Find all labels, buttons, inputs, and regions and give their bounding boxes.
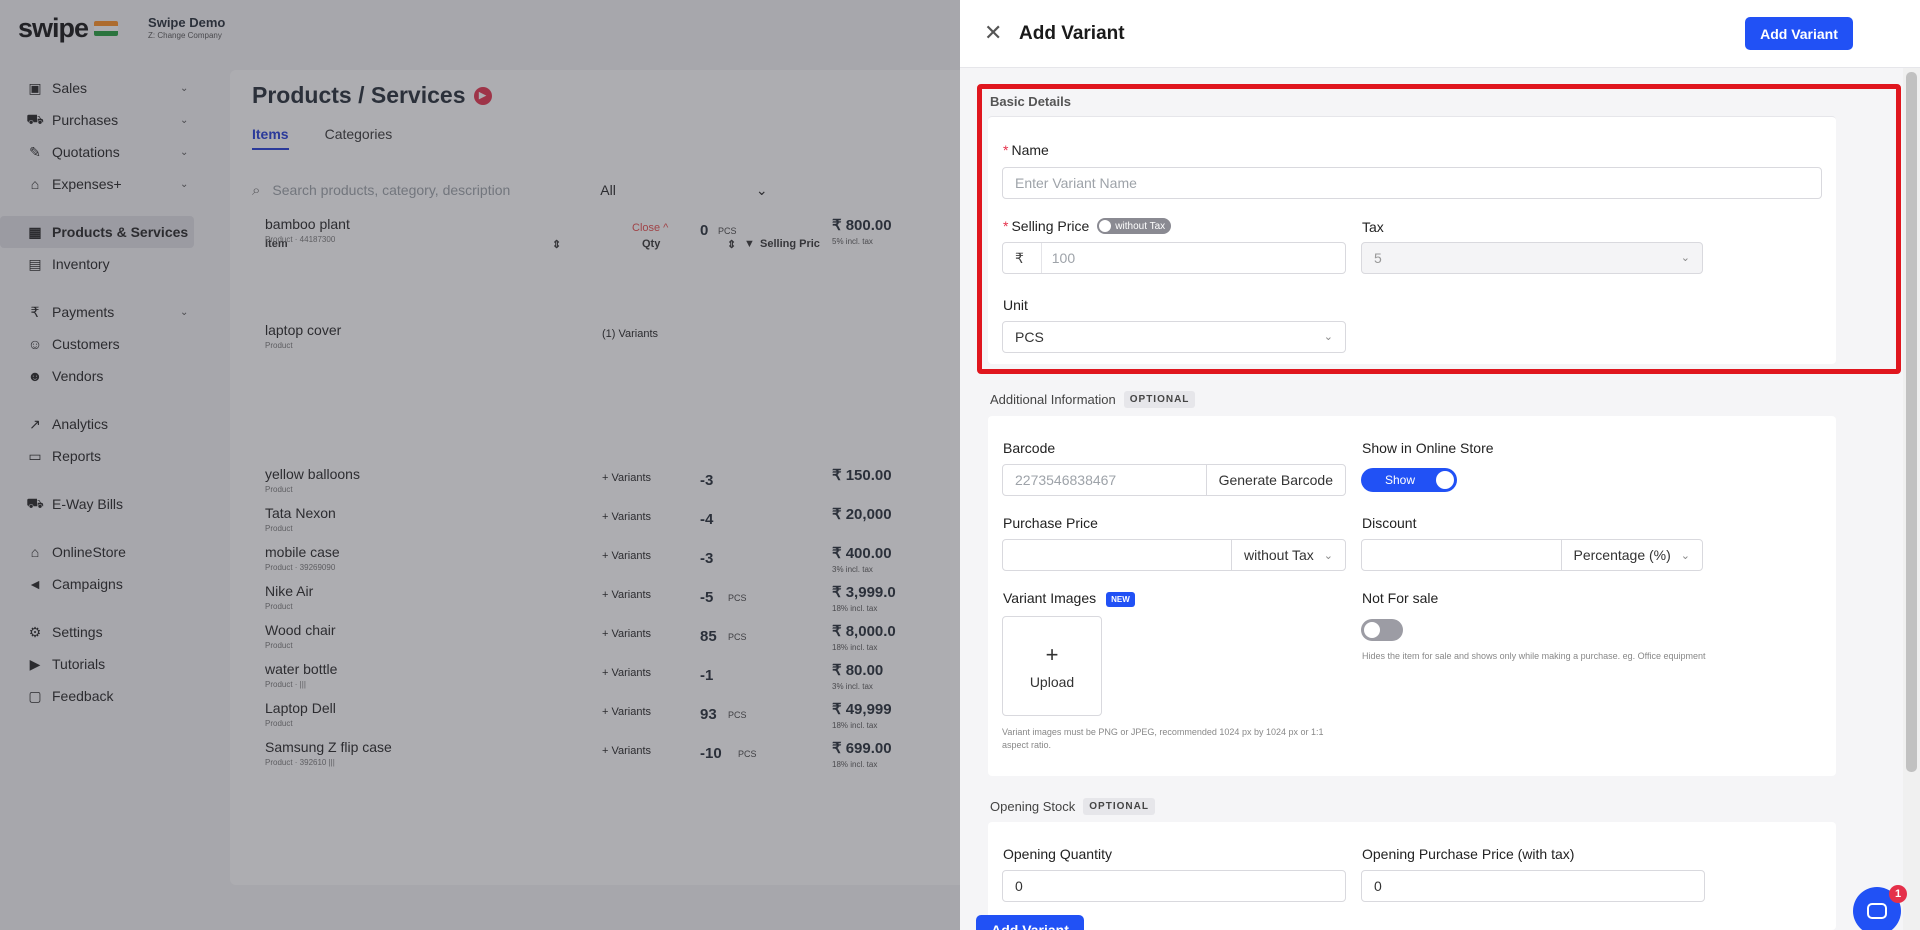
basic-details-card: *Name *Selling Price without Tax ₹ Tax 5…	[988, 116, 1836, 364]
opening-price-value: 0	[1374, 878, 1382, 894]
opening-stock-label: Opening Stock OPTIONAL	[990, 798, 1155, 815]
online-store-label: Show in Online Store	[1362, 440, 1494, 456]
additional-info-card: Barcode Generate Barcode Show in Online …	[988, 416, 1836, 776]
opening-quantity-field[interactable]: 0	[1002, 870, 1346, 902]
name-field[interactable]	[1002, 167, 1822, 199]
name-label-text: Name	[1011, 142, 1049, 158]
scrollbar-thumb[interactable]	[1906, 72, 1917, 772]
toggle-knob	[1099, 220, 1112, 232]
unit-value: PCS	[1015, 329, 1044, 345]
toggle-knob	[1436, 471, 1454, 489]
opening-price-field[interactable]: 0	[1361, 870, 1705, 902]
chevron-down-icon: ⌄	[1323, 549, 1333, 562]
discount-label: Discount	[1362, 515, 1417, 531]
unit-select[interactable]: PCS ⌄	[1002, 321, 1346, 353]
rupee-icon: ₹	[1015, 243, 1042, 273]
barcode-label: Barcode	[1003, 440, 1056, 456]
discount-field[interactable]: Percentage (%) ⌄	[1361, 539, 1703, 571]
discount-type-value: Percentage (%)	[1573, 547, 1671, 563]
variant-name-input[interactable]	[1015, 175, 1821, 191]
not-for-sale-label: Not For sale	[1362, 590, 1439, 606]
tax-select[interactable]: 5 ⌄	[1361, 242, 1703, 274]
variant-images-text: Variant Images	[1003, 590, 1097, 606]
basic-details-label: Basic Details	[990, 94, 1071, 109]
opening-stock-card: Opening Quantity 0 Opening Purchase Pric…	[988, 822, 1836, 930]
drawer-header: ✕ Add Variant Add Variant	[960, 0, 1920, 68]
opening-stock-text: Opening Stock	[990, 799, 1076, 814]
images-hint: Variant images must be PNG or JPEG, reco…	[1002, 727, 1324, 750]
discount-type-select[interactable]: Percentage (%) ⌄	[1560, 540, 1702, 570]
tax-value: 5	[1374, 250, 1382, 266]
drawer-title: Add Variant	[1019, 23, 1125, 44]
purchase-tax-value: without Tax	[1244, 547, 1314, 563]
purchase-price-label: Purchase Price	[1003, 515, 1098, 531]
chevron-down-icon: ⌄	[1680, 252, 1690, 264]
additional-info-label: Additional Information OPTIONAL	[990, 391, 1196, 408]
toggle-knob	[1364, 622, 1380, 638]
tax-label: Tax	[1362, 219, 1384, 235]
required-marker: *	[1003, 142, 1009, 158]
add-variant-button[interactable]: Add Variant	[1745, 17, 1853, 50]
online-store-toggle[interactable]: Show	[1361, 468, 1457, 492]
chevron-down-icon: ⌄	[1323, 331, 1333, 343]
barcode-field[interactable]: Generate Barcode	[1002, 464, 1346, 496]
name-label: * Name	[1003, 142, 1049, 158]
selling-price-input[interactable]	[1051, 250, 1345, 266]
add-variant-drawer: ✕ Add Variant Add Variant Basic Details …	[960, 0, 1920, 930]
tax-mode-text: without Tax	[1115, 220, 1166, 232]
optional-badge: OPTIONAL	[1083, 798, 1155, 815]
not-for-sale-hint: Hides the item for sale and shows only w…	[1362, 651, 1706, 661]
not-for-sale-toggle[interactable]	[1361, 619, 1403, 641]
chat-notification-badge: 1	[1889, 885, 1907, 903]
purchase-tax-select[interactable]: without Tax ⌄	[1231, 540, 1345, 570]
opening-quantity-value: 0	[1015, 878, 1023, 894]
selling-price-field[interactable]: ₹	[1002, 242, 1346, 274]
generate-barcode-button[interactable]: Generate Barcode	[1205, 465, 1345, 495]
tax-mode-toggle[interactable]: without Tax	[1097, 218, 1172, 234]
optional-badge: OPTIONAL	[1123, 391, 1196, 408]
unit-label: Unit	[1003, 297, 1028, 313]
add-variant-footer-button[interactable]: Add Variant	[976, 915, 1084, 930]
variant-images-label: Variant Images NEW	[1003, 590, 1135, 607]
chat-bubble-icon	[1867, 903, 1887, 919]
upload-label: Upload	[1029, 674, 1075, 690]
opening-quantity-label: Opening Quantity	[1003, 846, 1112, 862]
close-icon[interactable]: ✕	[984, 20, 1002, 46]
chevron-down-icon: ⌄	[1680, 549, 1690, 562]
selling-price-label-text: Selling Price	[1011, 218, 1090, 234]
plus-icon: +	[1045, 642, 1059, 667]
opening-price-label: Opening Purchase Price (with tax)	[1362, 846, 1575, 862]
online-store-toggle-text: Show	[1385, 473, 1416, 487]
new-badge: NEW	[1106, 591, 1135, 607]
selling-price-label: * Selling Price without Tax	[1003, 218, 1172, 234]
required-marker: *	[1003, 218, 1009, 234]
image-upload-button[interactable]: + Upload	[1002, 616, 1102, 716]
purchase-price-field[interactable]: without Tax ⌄	[1002, 539, 1346, 571]
additional-info-text: Additional Information	[990, 392, 1116, 407]
